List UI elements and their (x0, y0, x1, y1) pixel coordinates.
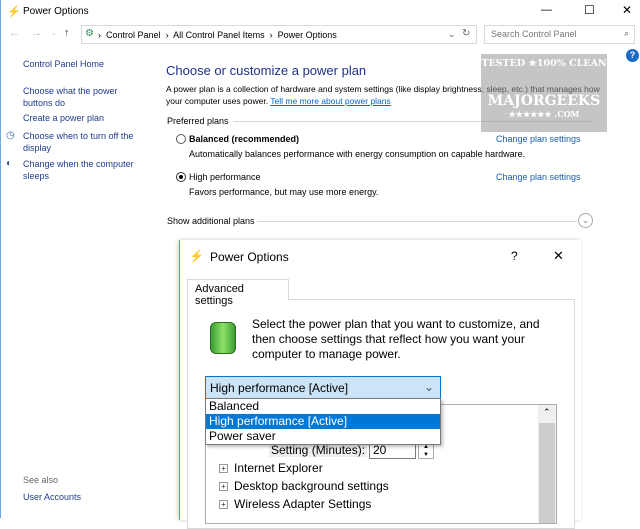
app-icon: ⚡ (7, 6, 21, 18)
expand-plus-icon[interactable]: + (219, 464, 228, 474)
high-performance-radio[interactable] (176, 172, 186, 182)
close-button[interactable]: ✕ (622, 3, 632, 17)
display-clock-icon: ◷ (6, 130, 15, 141)
preferred-plans-label: Preferred plans (167, 116, 229, 126)
dialog-description: Select the power plan that you want to c… (252, 317, 540, 361)
expand-plus-icon[interactable]: + (219, 482, 228, 492)
minimize-button[interactable]: — (541, 4, 552, 16)
recent-dropdown-icon[interactable]: ⌄ (51, 29, 57, 37)
sidebar-user-accounts[interactable]: User Accounts (23, 492, 81, 502)
balanced-change-settings-link[interactable]: Change plan settings (496, 134, 581, 144)
help-icon[interactable]: ? (626, 49, 639, 62)
forward-icon[interactable]: → (31, 27, 42, 39)
majorgeeks-watermark: TESTED ★100% CLEAN MAJORGEEKS ★★★★★★ .CO… (481, 54, 607, 132)
battery-plug-icon (210, 322, 236, 354)
dialog-help-button[interactable]: ? (511, 249, 518, 263)
balanced-plan-name[interactable]: Balanced (recommended) (189, 134, 299, 144)
show-additional-plans-label[interactable]: Show additional plans (167, 216, 255, 226)
tab-advanced-settings[interactable]: Advanced settings (187, 279, 289, 307)
back-icon[interactable]: ← (9, 27, 20, 39)
sidebar-item-create-plan[interactable]: Create a power plan (23, 113, 104, 123)
search-input[interactable]: Search Control Panel ⌕ (484, 25, 635, 44)
window-title: Power Options (23, 6, 89, 17)
page-title: Choose or customize a power plan (166, 63, 367, 78)
refresh-icon[interactable]: ↻ (462, 28, 470, 39)
tell-me-more-link[interactable]: Tell me more about power plans (270, 96, 390, 106)
address-dropdown-icon[interactable]: ⌄ (448, 29, 456, 40)
sidebar-item-power-buttons[interactable]: Choose what the power buttons do (23, 85, 123, 109)
see-also-label: See also (23, 475, 59, 485)
high-performance-plan-desc: Favors performance, but may use more ene… (189, 187, 379, 197)
tree-item-wireless-adapter[interactable]: + Wireless Adapter Settings (219, 497, 371, 511)
dialog-title: Power Options (210, 250, 289, 264)
scrollbar-thumb[interactable] (539, 423, 555, 523)
search-icon: ⌕ (623, 28, 629, 38)
high-performance-plan-name[interactable]: High performance (189, 172, 261, 182)
expand-plus-icon[interactable]: + (219, 500, 228, 510)
dialog-icon: ⚡ (189, 249, 204, 263)
balanced-plan-desc: Automatically balances performance with … (189, 149, 526, 159)
expand-chevron-icon[interactable]: ⌄ (578, 213, 593, 228)
tree-scrollbar[interactable]: ⌃ (538, 405, 556, 523)
up-icon[interactable]: ↑ (64, 27, 70, 39)
breadcrumb: › Control Panel › All Control Panel Item… (98, 30, 337, 40)
balanced-radio[interactable] (176, 134, 186, 144)
sidebar-control-panel-home[interactable]: Control Panel Home (23, 59, 104, 69)
power-options-dialog: ⚡ Power Options ? ✕ Advanced settings Se… (179, 240, 581, 529)
sleep-moon-icon: ◐ (6, 158, 13, 169)
chevron-down-icon: ⌄ (423, 380, 434, 394)
high-performance-change-settings-link[interactable]: Change plan settings (496, 172, 581, 182)
sidebar-item-sleep[interactable]: Change when the computer sleeps (23, 158, 138, 182)
address-bar[interactable]: ⚙ › Control Panel › All Control Panel It… (81, 25, 477, 44)
setting-minutes-label: Setting (Minutes): (269, 443, 368, 457)
option-high-performance[interactable]: High performance [Active] (206, 414, 440, 429)
sidebar-item-display-off[interactable]: Choose when to turn off the display (23, 130, 138, 154)
dialog-close-button[interactable]: ✕ (553, 248, 564, 264)
tree-item-internet-explorer[interactable]: + Internet Explorer (219, 461, 323, 475)
power-plan-options-list: Balanced High performance [Active] Power… (205, 398, 441, 445)
maximize-button[interactable]: ☐ (584, 3, 595, 17)
power-plan-dropdown[interactable]: High performance [Active] ⌄ (205, 376, 441, 399)
option-power-saver[interactable]: Power saver (206, 429, 440, 444)
breadcrumb-all-items[interactable]: All Control Panel Items (173, 30, 265, 40)
breadcrumb-control-panel[interactable]: Control Panel (106, 30, 161, 40)
option-balanced[interactable]: Balanced (206, 399, 440, 414)
scroll-up-icon[interactable]: ⌃ (543, 407, 551, 418)
control-panel-icon: ⚙ (85, 28, 94, 39)
tree-item-desktop-background[interactable]: + Desktop background settings (219, 479, 389, 493)
breadcrumb-power-options[interactable]: Power Options (278, 30, 337, 40)
